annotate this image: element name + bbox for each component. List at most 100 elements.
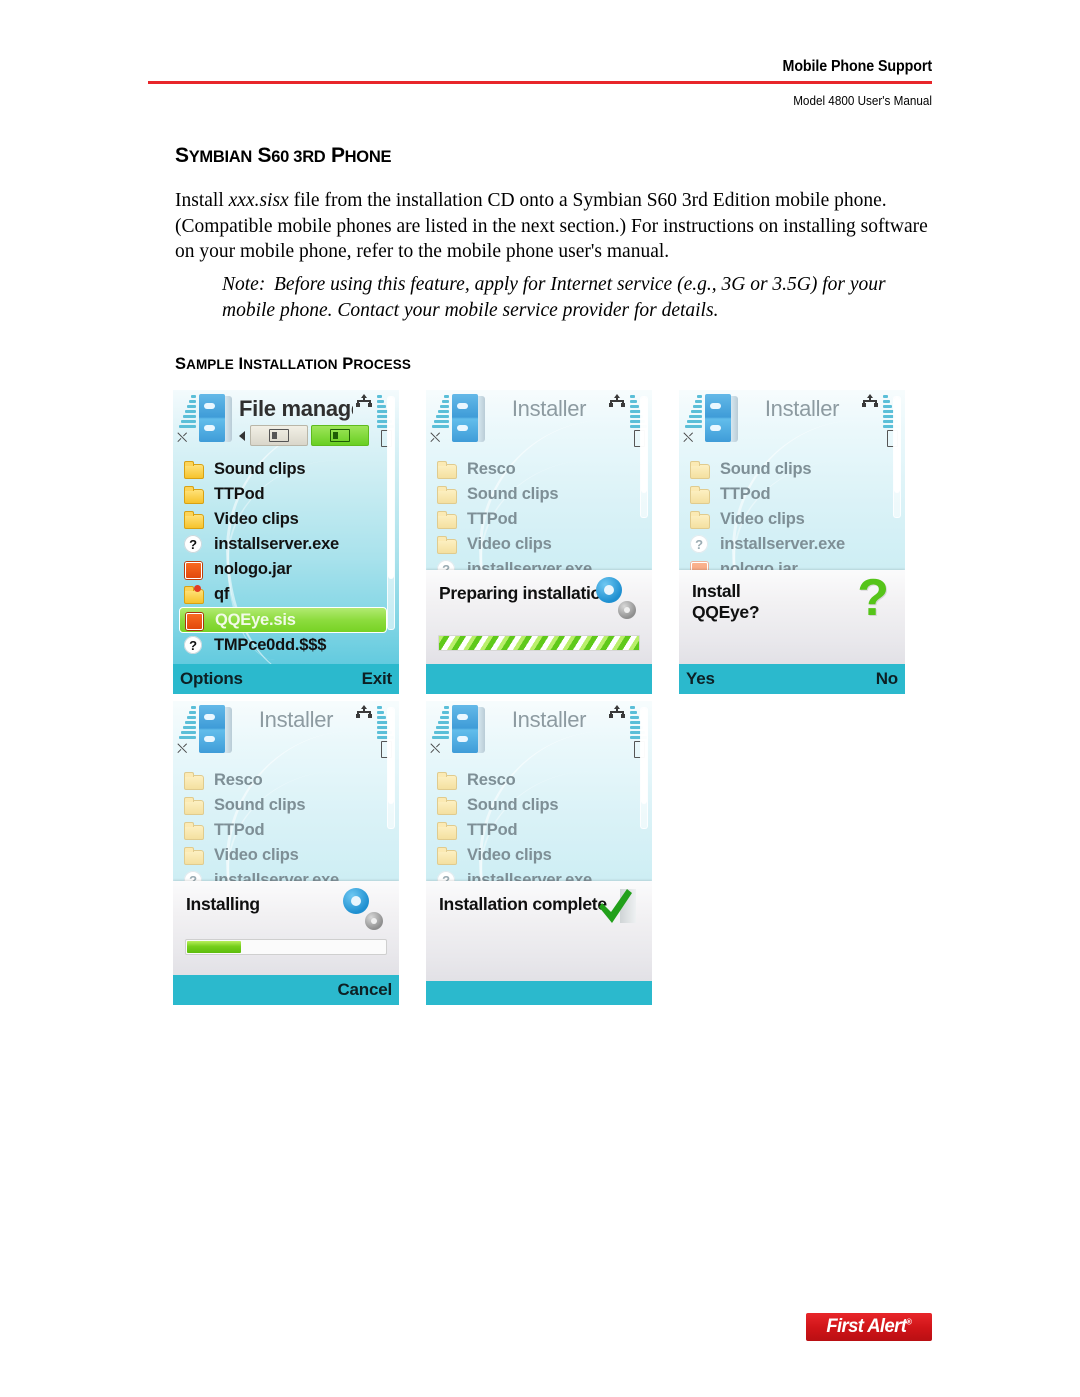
file-list-item[interactable]: Sound clips: [432, 482, 652, 507]
registered-trademark-icon: ®: [906, 1317, 912, 1327]
file-list-item[interactable]: nologo.jar: [179, 557, 399, 582]
paragraph-text: Install: [175, 190, 229, 211]
memory-tab-memory-card[interactable]: [311, 425, 369, 446]
file-list-item[interactable]: TTPod: [432, 818, 652, 843]
phone-app-title: Installer: [764, 396, 840, 421]
folder-icon: [183, 771, 205, 790]
file-name-label: Video clips: [467, 535, 552, 553]
file-name-label: TMPce0dd.$$$: [214, 636, 327, 654]
folder-icon: [436, 535, 458, 554]
file-list-item[interactable]: Video clips: [432, 532, 652, 557]
memory-tab-phone[interactable]: [250, 425, 308, 446]
file-list-item[interactable]: Resco: [432, 768, 652, 793]
antenna-icon: ⛌: [430, 429, 441, 445]
folder-icon: [436, 846, 458, 865]
scrollbar[interactable]: [387, 707, 395, 829]
file-list-item[interactable]: installserver.exe: [179, 532, 399, 557]
unknown-file-icon: [183, 636, 205, 655]
previous-memory-arrow-icon[interactable]: [239, 430, 245, 441]
subsection-title: SAMPLE INSTALLATION PROCESS: [175, 355, 411, 374]
scrollbar-thumb[interactable]: [894, 397, 900, 493]
page-title-part: P: [325, 144, 345, 167]
gear-icon: [592, 577, 636, 621]
softkey-left[interactable]: Options: [180, 669, 243, 689]
note-block: Note: Before using this feature, apply fo…: [222, 272, 934, 324]
folder-icon: [436, 460, 458, 479]
screenshot-row-1: ⛌ File manager Sound clips TTPod Video clips…: [173, 390, 913, 694]
file-name-label: Sound clips: [720, 460, 812, 478]
phone-status-bar: ⛌ Installer: [173, 701, 399, 763]
scrollbar[interactable]: [893, 396, 901, 518]
file-name-label: TTPod: [467, 510, 518, 528]
scrollbar-thumb[interactable]: [641, 397, 647, 493]
file-cabinet-icon: [199, 705, 233, 755]
memory-tabs[interactable]: [239, 425, 369, 446]
file-list-item[interactable]: installserver.exe: [685, 532, 905, 557]
package-file-icon: [183, 560, 205, 579]
file-list-item[interactable]: Sound clips: [685, 457, 905, 482]
folder-icon: [183, 510, 205, 529]
signal-strength-icon: [429, 395, 449, 431]
file-list-item[interactable]: Resco: [432, 457, 652, 482]
file-list-item[interactable]: QQEye.sis: [179, 607, 387, 633]
file-list-item[interactable]: TTPod: [179, 818, 399, 843]
gear-icon: [339, 888, 383, 932]
file-cabinet-icon: [705, 394, 739, 444]
dialog-install-complete: Installation complete: [426, 881, 652, 981]
filename-italic: xxx.sisx: [228, 190, 289, 211]
softkey-right[interactable]: No: [876, 669, 898, 689]
file-list-item[interactable]: Resco: [179, 768, 399, 793]
file-list: RescoSound clipsTTPodVideo clipsinstalls…: [173, 763, 399, 893]
file-name-label: Sound clips: [214, 796, 306, 814]
dialog-preparing: Preparing installation: [426, 570, 652, 664]
file-list-item[interactable]: Video clips: [432, 843, 652, 868]
file-list-item[interactable]: TMPce0dd.$$$: [179, 633, 399, 658]
folder-icon: [436, 485, 458, 504]
page-title-part: S: [175, 144, 189, 167]
phone-app-title: Installer: [511, 707, 587, 732]
file-name-label: qf: [214, 585, 230, 603]
file-name-label: TTPod: [214, 821, 265, 839]
file-list-item[interactable]: Sound clips: [179, 793, 399, 818]
note-text: Before using this feature, apply for Int…: [222, 274, 886, 321]
logo-wordmark: First Alert: [826, 1316, 907, 1337]
phone-screenshot-installing: ⛌ Installer Resco Sound clips TTPod Video cli…: [173, 701, 399, 1005]
phone-app-title: File manager: [239, 396, 353, 421]
subsection-title-part: S: [175, 355, 187, 373]
scrollbar[interactable]: [387, 396, 395, 630]
network-transfer-icon: [608, 394, 626, 410]
softkey-bar: [426, 981, 652, 1005]
scrollbar-thumb[interactable]: [641, 708, 647, 804]
softkey-right[interactable]: Cancel: [337, 980, 392, 1000]
softkey-right[interactable]: Exit: [362, 669, 393, 689]
scrollbar-thumb[interactable]: [388, 397, 394, 579]
unknown-file-icon: [183, 535, 205, 554]
file-name-label: Resco: [467, 460, 516, 478]
softkey-left[interactable]: Yes: [686, 669, 715, 689]
file-list-item[interactable]: Video clips: [179, 507, 399, 532]
file-list-item[interactable]: Sound clips: [179, 457, 399, 482]
file-list-item[interactable]: Video clips: [179, 843, 399, 868]
file-list-item[interactable]: qf: [179, 582, 399, 607]
subsection-title-part: AMPLE: [186, 357, 234, 372]
page-header: Mobile Phone Support Model 4800 User's M…: [148, 58, 932, 108]
scrollbar[interactable]: [640, 707, 648, 829]
subsection-title-part: I: [233, 355, 244, 373]
file-list-item[interactable]: Video clips: [685, 507, 905, 532]
dialog-installing: Installing: [173, 881, 399, 975]
scrollbar[interactable]: [640, 396, 648, 518]
folder-icon: [183, 585, 205, 604]
paragraph-text: file from the installation CD onto a Sym…: [175, 190, 928, 262]
scrollbar-thumb[interactable]: [388, 708, 394, 804]
subsection-title-part: NSTALLATION: [243, 357, 338, 372]
file-list-item[interactable]: TTPod: [179, 482, 399, 507]
file-list-item[interactable]: Sound clips: [432, 793, 652, 818]
signal-strength-icon: [176, 706, 196, 742]
folder-icon: [436, 796, 458, 815]
progress-bar-fill: [187, 941, 241, 953]
file-list-item[interactable]: TTPod: [432, 507, 652, 532]
antenna-icon: ⛌: [177, 740, 188, 756]
file-list-item[interactable]: TTPod: [685, 482, 905, 507]
folder-icon: [183, 796, 205, 815]
file-name-label: Video clips: [214, 846, 299, 864]
